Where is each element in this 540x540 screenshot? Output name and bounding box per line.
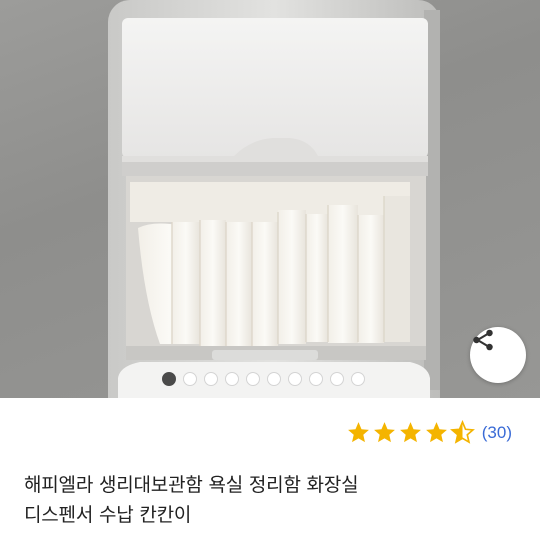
star-icon bbox=[399, 422, 421, 443]
product-photo-illustration bbox=[108, 0, 440, 398]
carousel-dot[interactable] bbox=[309, 372, 323, 386]
review-count[interactable]: (30) bbox=[482, 423, 512, 443]
star-icon bbox=[425, 422, 447, 443]
carousel-dot[interactable] bbox=[204, 372, 218, 386]
product-image[interactable] bbox=[0, 0, 540, 398]
product-title-line: 해피엘라 생리대보관함 욕실 정리함 화장실 bbox=[24, 474, 359, 496]
carousel-dot[interactable] bbox=[183, 372, 197, 386]
carousel-indicator[interactable] bbox=[162, 372, 365, 386]
carousel-dot[interactable] bbox=[330, 372, 344, 386]
star-icon bbox=[347, 422, 369, 443]
carousel-dot[interactable] bbox=[288, 372, 302, 386]
star-rating bbox=[346, 420, 475, 445]
carousel-dot[interactable] bbox=[351, 372, 365, 386]
product-rating[interactable]: (30) bbox=[346, 420, 512, 445]
product-title: 해피엘라 생리대보관함 욕실 정리함 화장실 디스펜서 수납 칸칸이 bbox=[24, 470, 524, 530]
carousel-dot[interactable] bbox=[267, 372, 281, 386]
carousel-dot[interactable] bbox=[225, 372, 239, 386]
share-button[interactable] bbox=[470, 327, 526, 383]
product-title-line: 디스펜서 수납 칸칸이 bbox=[24, 504, 192, 526]
star-half-icon bbox=[449, 420, 475, 444]
star-icon bbox=[373, 422, 395, 443]
carousel-dot[interactable] bbox=[246, 372, 260, 386]
share-icon bbox=[473, 329, 493, 351]
carousel-dot-active[interactable] bbox=[162, 372, 176, 386]
